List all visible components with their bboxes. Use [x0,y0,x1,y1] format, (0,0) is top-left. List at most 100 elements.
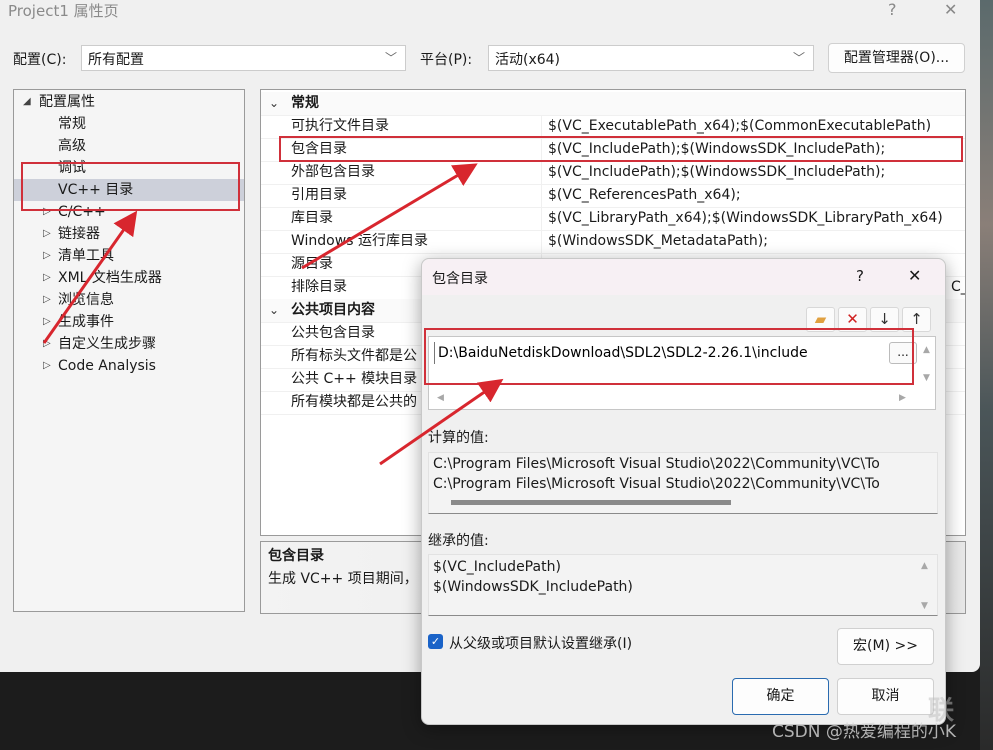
directory-list: ... ▲ ▼ ◀ ▶ [428,336,936,410]
config-select[interactable]: 所有配置 ﹀ [81,45,406,71]
tree-item-xml-doc[interactable]: ▷ XML 文档生成器 [14,267,244,289]
move-down-button[interactable]: ↓ [870,307,899,332]
property-name: 排除目录 [291,279,347,295]
collapse-icon[interactable]: ⌄ [269,92,279,115]
platform-value: 活动(x64) [495,52,561,68]
tree-item-advanced[interactable]: 高级 [14,135,244,157]
move-up-button[interactable]: ↑ [902,307,931,332]
horizontal-scrollbar[interactable] [451,500,731,505]
include-directories-dialog: 包含目录 ? ✕ ▰ ✕ ↓ ↑ ... ▲ ▼ ◀ ▶ 计算的值: C:\Pr… [421,258,946,725]
property-name: 所有标头文件都是公 [291,348,417,364]
tree-item-browse-info[interactable]: ▷ 浏览信息 [14,289,244,311]
inherited-values-label: 继承的值: [428,533,489,549]
property-value: $(VC_IncludePath);$(WindowsSDK_IncludePa… [548,141,886,157]
tree-item-label: 链接器 [58,226,100,242]
help-button[interactable]: ? [856,267,864,285]
expand-icon[interactable]: ▷ [43,223,51,245]
grid-category-general[interactable]: ⌄ 常规 [261,92,965,116]
property-value: $(WindowsSDK_MetadataPath); [548,233,768,249]
tree-item-build-events[interactable]: ▷ 生成事件 [14,311,244,333]
property-value: $(VC_ReferencesPath_x64); [548,187,741,203]
tree-item-label: 自定义生成步骤 [58,336,156,352]
grid-row[interactable]: Windows 运行库目录 $(WindowsSDK_MetadataPath); [261,230,965,254]
macros-button[interactable]: 宏(M) >> [837,628,934,665]
property-name: 所有模块都是公共的 [291,394,417,410]
delete-icon: ✕ [846,310,859,328]
property-name: 可执行文件目录 [291,118,389,134]
platform-label: 平台(P): [420,52,473,68]
config-value: 所有配置 [88,52,144,68]
new-line-button[interactable]: ▰ [806,307,835,332]
tree-item-label: C/C++ [58,204,106,220]
inherit-checkbox[interactable]: ✓ [428,634,443,649]
expand-icon[interactable]: ▷ [43,289,51,311]
tree-item-label: 常规 [58,116,86,132]
description-title: 包含目录 [268,548,324,564]
property-value: $(VC_LibraryPath_x64);$(WindowsSDK_Libra… [548,210,943,226]
desktop-background [980,0,993,750]
grid-row[interactable]: 引用目录 $(VC_ReferencesPath_x64); [261,184,965,208]
tree-item-code-analysis[interactable]: ▷ Code Analysis [14,355,244,377]
tree-item-debugging[interactable]: 调试 [14,157,244,179]
tree-item-manifest-tool[interactable]: ▷ 清单工具 [14,245,244,267]
platform-select[interactable]: 活动(x64) ﹀ [488,45,814,71]
window-title: Project1 属性页 [8,2,119,20]
category-label: 常规 [291,95,319,111]
expand-icon[interactable]: ▷ [43,201,51,223]
scroll-down-icon[interactable]: ▼ [923,373,930,383]
tree-item-c-cpp[interactable]: ▷ C/C++ [14,201,244,223]
inherit-checkbox-label[interactable]: 从父级或项目默认设置继承(I) [449,633,632,653]
config-manager-button[interactable]: 配置管理器(O)... [828,43,965,73]
expand-icon[interactable]: ▷ [43,333,51,355]
scroll-up-icon[interactable]: ▲ [921,561,928,571]
expand-icon[interactable]: ▷ [43,245,51,267]
collapse-icon[interactable]: ⌄ [269,299,279,322]
watermark: CSDN @热爱编程的小K [772,722,957,742]
move-down-icon: ↓ [878,310,891,328]
expand-icon[interactable]: ▷ [43,267,51,289]
tree-item-custom-build[interactable]: ▷ 自定义生成步骤 [14,333,244,355]
property-value: C_L [951,279,965,295]
browse-button[interactable]: ... [889,342,917,364]
config-tree: ◢ 配置属性 常规 高级 调试 VC++ 目录 ▷ C/C++ ▷ 链接器 ▷ 清单工… [13,89,245,612]
property-name: 库目录 [291,210,333,226]
scroll-right-icon[interactable]: ▶ [899,393,906,403]
property-name: 源目录 [291,256,333,272]
close-button[interactable]: ✕ [908,266,921,285]
tree-item-vc-directories[interactable]: VC++ 目录 [14,179,244,201]
computed-value: C:\Program Files\Microsoft Visual Studio… [433,456,880,472]
expand-icon[interactable]: ▷ [43,355,51,377]
grid-row[interactable]: 外部包含目录 $(VC_IncludePath);$(WindowsSDK_Inc… [261,161,965,185]
scroll-down-icon[interactable]: ▼ [921,601,928,611]
computed-value: C:\Program Files\Microsoft Visual Studio… [433,476,880,492]
help-button[interactable]: ? [888,0,897,19]
inherited-value: $(WindowsSDK_IncludePath) [433,579,633,595]
tree-item-label: 高级 [58,138,86,154]
grid-row[interactable]: 可执行文件目录 $(VC_ExecutablePath_x64);$(Common… [261,115,965,139]
expand-icon[interactable]: ◢ [23,91,31,113]
dialog-title: 包含目录 [432,271,488,287]
tree-item-root[interactable]: ◢ 配置属性 [14,91,244,113]
scroll-up-icon[interactable]: ▲ [923,345,930,355]
property-name: 公共包含目录 [291,325,375,341]
tree-item-label: 调试 [58,160,86,176]
cancel-button[interactable]: 取消 [837,678,934,715]
tree-item-label: VC++ 目录 [58,182,134,198]
config-label: 配置(C): [13,52,67,68]
property-name: 引用目录 [291,187,347,203]
tree-item-linker[interactable]: ▷ 链接器 [14,223,244,245]
delete-button[interactable]: ✕ [838,307,867,332]
expand-icon[interactable]: ▷ [43,311,51,333]
grid-row[interactable]: 库目录 $(VC_LibraryPath_x64);$(WindowsSDK_Li… [261,207,965,231]
grid-row-include-dirs[interactable]: 包含目录 $(VC_IncludePath);$(WindowsSDK_Inclu… [261,138,965,162]
directory-edit-input[interactable] [434,342,885,364]
close-button[interactable]: ✕ [944,0,957,19]
tree-item-general[interactable]: 常规 [14,113,244,135]
computed-values-box: C:\Program Files\Microsoft Visual Studio… [428,452,938,514]
chevron-down-icon: ﹀ [384,51,397,65]
ok-button[interactable]: 确定 [732,678,829,715]
inherited-value: $(VC_IncludePath) [433,559,561,575]
tree-item-label: XML 文档生成器 [58,270,162,286]
scroll-left-icon[interactable]: ◀ [437,393,444,403]
property-name: 外部包含目录 [291,164,375,180]
